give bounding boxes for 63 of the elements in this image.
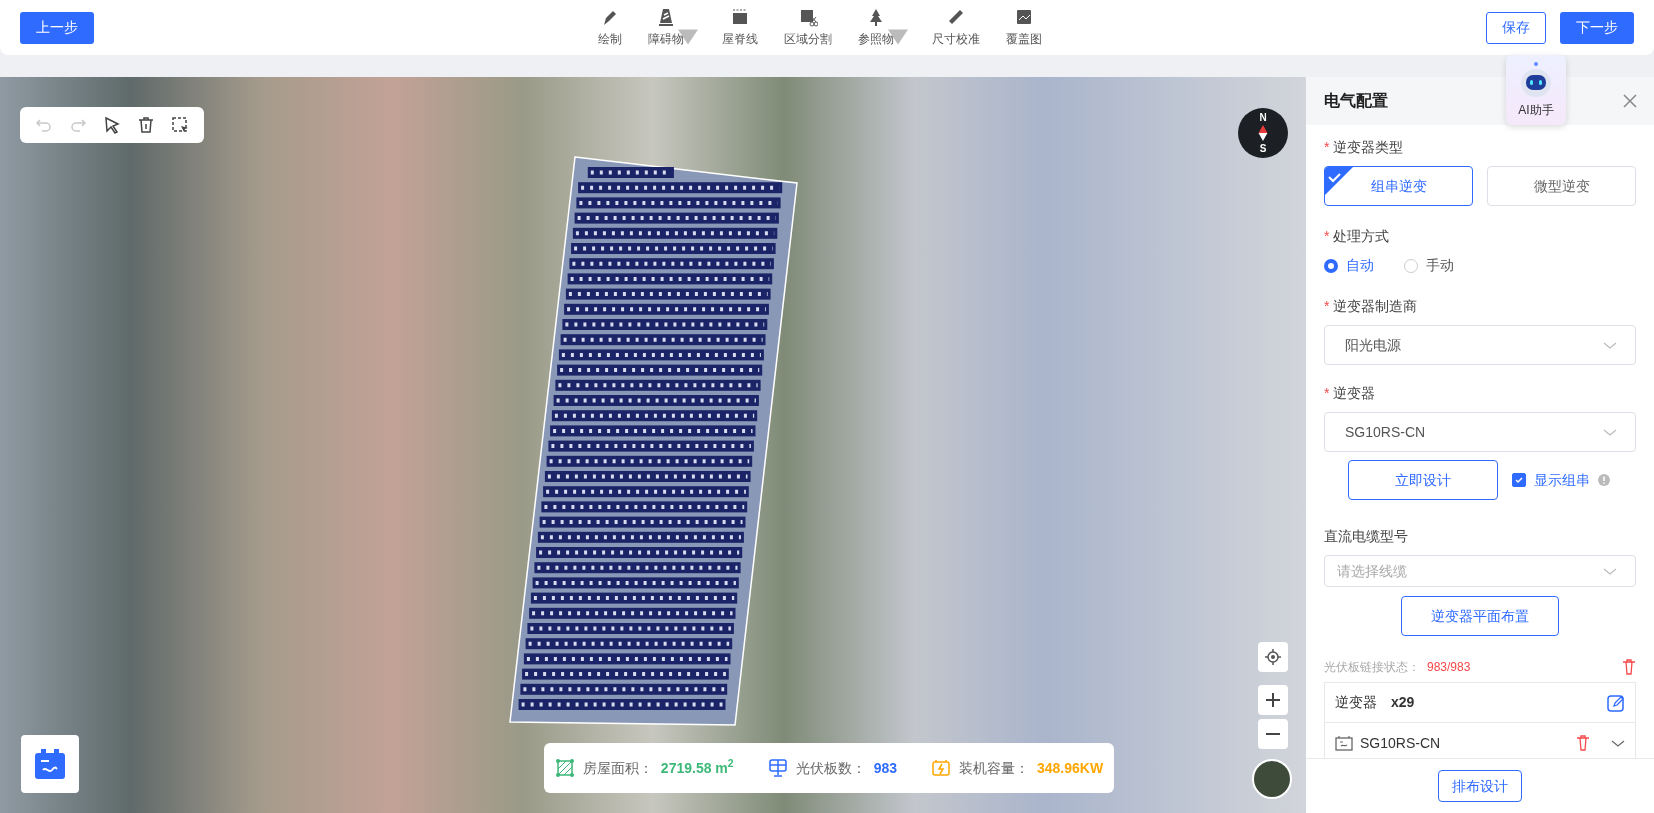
select-field[interactable]: SG10RS-CN	[1324, 412, 1636, 452]
image-icon	[1014, 7, 1034, 27]
area-icon	[554, 758, 575, 778]
ai-assistant-button[interactable]: AI助手	[1506, 55, 1566, 125]
back-button[interactable]: 上一步	[20, 11, 94, 44]
toolbar-tool[interactable]: 参照物	[852, 7, 912, 48]
info-icon	[1597, 473, 1611, 487]
list-label: 逆变器	[1335, 693, 1377, 712]
inverter-name: SG10RS-CN	[1360, 733, 1441, 753]
radio-button[interactable]	[1324, 258, 1338, 273]
field-label: 逆变器	[1333, 385, 1376, 401]
inverter-icon	[1335, 735, 1353, 751]
required-mark: *	[1324, 139, 1330, 155]
inverter-type-option[interactable]: 组串逆变	[1324, 166, 1473, 206]
toolbar-tool[interactable]: 障碍物	[642, 7, 702, 48]
check-icon	[1325, 167, 1353, 195]
check-icon	[1514, 475, 1524, 485]
required-mark: *	[1324, 385, 1330, 401]
battery-icon[interactable]	[33, 747, 67, 781]
toolbar-tool[interactable]: 尺寸校准	[926, 7, 986, 48]
required-mark: *	[1324, 228, 1330, 244]
stat-value: 348.96KW	[1037, 758, 1104, 778]
next-button[interactable]: 下一步	[1560, 11, 1634, 44]
save-button[interactable]: 保存	[1486, 11, 1546, 44]
required-mark: *	[1324, 298, 1330, 314]
stat-label: 装机容量：	[959, 758, 1029, 778]
stat-value: 2719.58 m$^{2}$	[660, 757, 734, 778]
stat-label: 光伏板数：	[795, 758, 866, 778]
select-field[interactable]: 阳光电源	[1324, 325, 1636, 365]
toolbar-tool[interactable]: 屋脊线	[716, 7, 764, 48]
inverter-count: x29	[1391, 693, 1415, 712]
status-value: 983/983	[1427, 659, 1471, 676]
field-label: 处理方式	[1333, 228, 1390, 244]
box-select-icon[interactable]	[170, 115, 190, 135]
cursor-icon[interactable]	[102, 115, 122, 135]
panel-title: 电气配置	[1324, 91, 1388, 111]
edit-icon[interactable]	[1607, 693, 1625, 712]
inverter-type-option[interactable]: 微型逆变	[1487, 166, 1636, 206]
scissors-icon	[798, 7, 818, 27]
zoom-in-icon[interactable]	[1264, 691, 1282, 709]
checkbox-label[interactable]: 显示组串	[1534, 469, 1590, 491]
field-label: 直流电缆型号	[1324, 528, 1408, 544]
toolbar-tool[interactable]: 覆盖图	[1000, 7, 1048, 48]
stat-value: 983	[873, 758, 897, 778]
toolbar-tool[interactable]: 区域分割	[778, 7, 838, 48]
solar-panel-icon	[767, 758, 788, 778]
status-label: 光伏板链接状态：	[1324, 659, 1420, 676]
inverter-layout-button[interactable]: 逆变器平面布置	[1401, 596, 1559, 636]
trash-icon[interactable]	[136, 115, 156, 135]
ridge-icon	[730, 7, 750, 27]
field-label: 逆变器类型	[1333, 139, 1404, 155]
radio-label[interactable]: 自动	[1346, 255, 1374, 276]
locate-icon[interactable]	[1264, 648, 1282, 666]
close-icon[interactable]	[1622, 93, 1638, 109]
cone-icon	[656, 7, 676, 27]
field-label: 逆变器制造商	[1333, 298, 1418, 314]
toolbar-tool[interactable]: 绘制	[592, 7, 628, 48]
lightning-icon	[931, 758, 951, 778]
radio-label[interactable]: 手动	[1426, 255, 1454, 276]
stat-label: 房屋面积：	[582, 758, 653, 778]
checkbox[interactable]	[1512, 473, 1526, 487]
design-button[interactable]: 立即设计	[1348, 460, 1498, 500]
layout-design-button[interactable]: 排布设计	[1438, 770, 1522, 802]
